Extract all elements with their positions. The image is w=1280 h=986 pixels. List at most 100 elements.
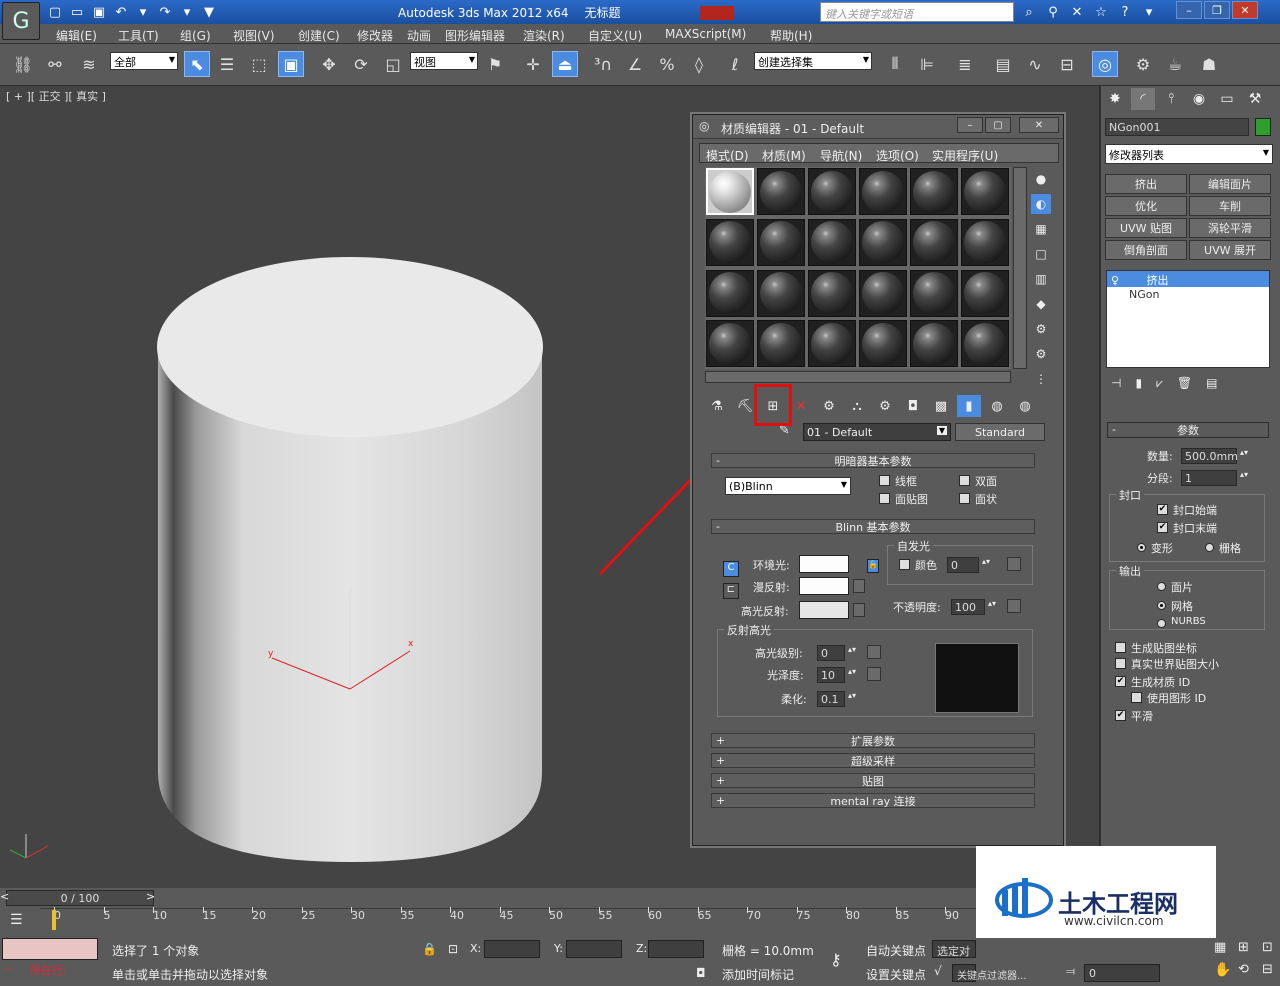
remove-modifier-icon[interactable]: 🗑 <box>1177 376 1192 391</box>
hierarchy-tab-icon[interactable]: ⫯ <box>1159 88 1183 110</box>
nurbs-radio[interactable] <box>1157 619 1166 628</box>
app-logo-icon[interactable]: G <box>2 2 40 40</box>
create-tab-icon[interactable]: ✸ <box>1103 88 1127 110</box>
select-by-name-icon[interactable]: ☰ <box>214 51 240 77</box>
lightbulb-icon[interactable]: ♀ <box>1111 274 1123 287</box>
link-icon[interactable]: ⛓ <box>10 51 36 77</box>
edit-named-selection-icon[interactable]: ℓ <box>722 51 748 77</box>
get-material-icon[interactable]: ⚗ <box>705 395 729 417</box>
redo-icon[interactable]: ↷ <box>156 3 174 21</box>
track-bar[interactable]: 0 5 10 15 20 25 30 35 40 45 50 55 60 65 70 75 80 85 90 <box>40 907 980 934</box>
absolute-mode-icon[interactable]: ⊡ <box>448 942 458 956</box>
scale-icon[interactable]: ◱ <box>380 51 406 77</box>
maximize-button[interactable]: ❐ <box>1204 1 1230 19</box>
face-map-checkbox[interactable] <box>879 493 890 504</box>
spinner-snap-icon[interactable]: ◊ <box>686 51 712 77</box>
selected-dropdown[interactable]: 选定对 <box>932 940 976 958</box>
time-slider-next-icon[interactable]: > <box>146 890 155 903</box>
mini-curve-editor-icon[interactable]: ☰ <box>10 912 23 928</box>
customize-qa-icon[interactable]: ▼ <box>200 3 218 21</box>
undo-dropdown-icon[interactable]: ▾ <box>134 3 152 21</box>
menu-group[interactable]: 组(G) <box>180 27 211 44</box>
specular-color-swatch[interactable] <box>799 601 849 619</box>
auto-key-button[interactable]: 自动关键点 <box>866 942 926 959</box>
parameters-rollout-header[interactable]: - 参数 <box>1107 422 1269 438</box>
mesh-radio[interactable] <box>1157 601 1166 610</box>
cap-start-checkbox[interactable]: ✔ <box>1157 504 1168 515</box>
open-file-icon[interactable]: ▭ <box>68 3 86 21</box>
sample-slot[interactable] <box>757 320 805 368</box>
material-map-navigator-icon[interactable]: ⋮ <box>1031 369 1051 389</box>
make-copy-icon[interactable]: ⚙ <box>817 395 841 417</box>
background-icon[interactable]: ▦ <box>1031 219 1051 239</box>
menu-modifiers[interactable]: 修改器 <box>357 27 393 44</box>
undo-icon[interactable]: ↶ <box>112 3 130 21</box>
ambient-color-swatch[interactable] <box>799 555 849 573</box>
show-map-in-viewport-icon[interactable]: ▩ <box>929 395 953 417</box>
layer-manager-icon[interactable]: ≣ <box>952 51 978 77</box>
me-close-button[interactable]: ✕ <box>1019 117 1059 133</box>
lock-diffuse-specular-icon[interactable]: ⊏ <box>723 583 739 599</box>
sample-slot[interactable] <box>706 320 754 368</box>
modifier-uvw-map-button[interactable]: UVW 贴图 <box>1105 218 1187 238</box>
sample-slot[interactable] <box>910 269 958 317</box>
reset-map-icon[interactable]: ✕ <box>789 395 813 417</box>
menu-view[interactable]: 视图(V) <box>233 27 275 44</box>
supersampling-rollout[interactable]: + 超级采样 <box>711 753 1035 768</box>
stack-item-extrude[interactable]: ♀ 挤出 <box>1107 271 1269 287</box>
put-to-library-icon[interactable]: ⚙ <box>873 395 897 417</box>
show-end-result-icon[interactable]: ▮ <box>957 395 981 417</box>
sample-slot[interactable] <box>910 218 958 266</box>
rotate-icon[interactable]: ⟳ <box>348 51 374 77</box>
glossiness-spinner[interactable]: 10 <box>817 667 856 683</box>
slots-horizontal-scrollbar[interactable] <box>705 371 1011 383</box>
soften-spinner[interactable]: 0.1 <box>817 691 856 707</box>
bind-spacewarp-icon[interactable]: ≋ <box>76 51 102 77</box>
select-by-material-icon[interactable]: ⚙ <box>1031 344 1051 364</box>
communication-icon[interactable]: ✕ <box>1068 3 1086 21</box>
time-config-icon[interactable]: ⫤ <box>1066 964 1075 979</box>
object-name-field[interactable]: NGon001 <box>1105 118 1249 136</box>
orbit-icon[interactable]: ⟲ <box>1238 962 1249 977</box>
rendered-frame-icon[interactable]: ☕ <box>1162 51 1188 77</box>
shader-type-dropdown[interactable]: (B)Blinn ▼ <box>725 477 851 495</box>
menu-tools[interactable]: 工具(T) <box>118 27 159 44</box>
material-type-button[interactable]: Standard <box>955 423 1045 441</box>
sample-slot[interactable] <box>859 269 907 317</box>
sample-slot[interactable] <box>859 168 907 215</box>
material-editor-icon[interactable]: ◎ <box>1092 51 1118 77</box>
modifier-bevel-profile-button[interactable]: 倒角剖面 <box>1105 240 1187 260</box>
lock-ambient-diffuse-icon[interactable]: C <box>723 561 739 577</box>
select-object-icon[interactable]: ⬉ <box>184 51 210 77</box>
sample-slot[interactable] <box>808 218 856 266</box>
help-icon[interactable]: ? <box>1116 3 1134 21</box>
configure-sets-icon[interactable]: ▤ <box>1206 376 1217 391</box>
make-unique-icon[interactable]: ⛬ <box>845 395 869 417</box>
me-menu-options[interactable]: 选项(O) <box>876 147 919 164</box>
selection-lock-icon[interactable]: 🔒 <box>422 942 437 956</box>
shader-rollout-header[interactable]: - 明暗器基本参数 <box>711 453 1035 468</box>
utilities-tab-icon[interactable]: ⚒ <box>1243 88 1267 110</box>
spec-level-map-button[interactable] <box>867 645 881 659</box>
use-shape-ids-checkbox[interactable] <box>1131 692 1142 703</box>
save-icon[interactable]: ▣ <box>90 3 108 21</box>
modifier-optimize-button[interactable]: 优化 <box>1105 196 1187 216</box>
menu-animation[interactable]: 动画 <box>407 27 431 44</box>
menu-customize[interactable]: 自定义(U) <box>588 27 642 44</box>
make-unique-icon[interactable]: ⩗ <box>1156 376 1163 391</box>
menu-edit[interactable]: 编辑(E) <box>56 27 97 44</box>
align-icon[interactable]: ⊫ <box>914 51 940 77</box>
self-illum-map-button[interactable] <box>1007 557 1021 571</box>
keyboard-shortcut-override-icon[interactable]: ⏏ <box>552 51 578 77</box>
options-icon[interactable]: ⚙ <box>1031 319 1051 339</box>
sample-slot[interactable] <box>808 269 856 317</box>
glossiness-map-button[interactable] <box>867 667 881 681</box>
gen-map-coords-checkbox[interactable] <box>1115 642 1126 653</box>
diffuse-color-swatch[interactable] <box>799 577 849 595</box>
make-preview-icon[interactable]: ◆ <box>1031 294 1051 314</box>
time-slider-prev-icon[interactable]: < <box>0 890 9 903</box>
slots-vertical-scrollbar[interactable] <box>1013 167 1027 369</box>
window-crossing-icon[interactable]: ▣ <box>278 51 304 77</box>
material-editor-titlebar[interactable]: ◎ 材质编辑器 - 01 - Default – ▢ ✕ <box>693 115 1063 139</box>
ref-coord-dropdown[interactable]: 视图 <box>410 52 478 70</box>
